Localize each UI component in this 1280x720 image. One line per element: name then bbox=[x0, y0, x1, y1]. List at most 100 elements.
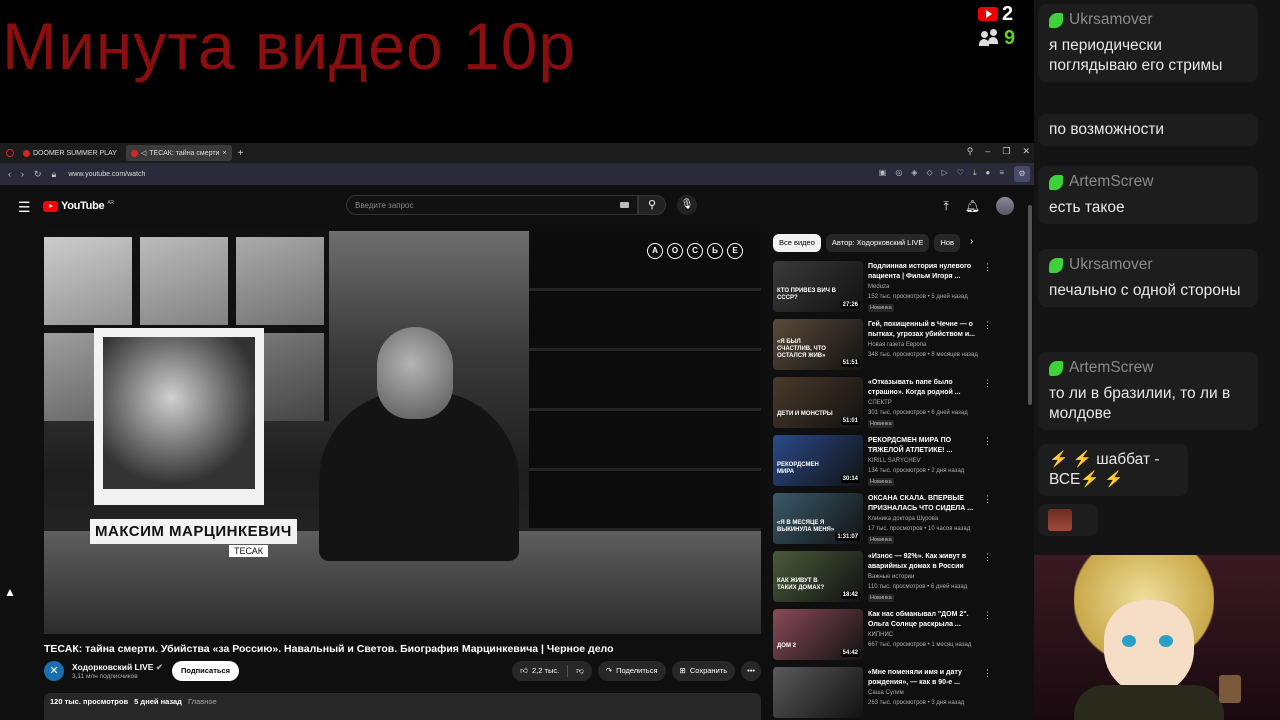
related-title[interactable]: ОКСАНА СКАЛА. ВПЕРВЫЕ ПРИЗНАЛАСЬ ЧТО СИД… bbox=[868, 494, 980, 514]
related-channel[interactable]: KIRILL SARYCHEV bbox=[868, 458, 921, 464]
chip-new[interactable]: Нов bbox=[934, 234, 961, 252]
more-vert-icon[interactable]: ⋮ bbox=[983, 320, 992, 331]
related-channel[interactable]: СПЕКТР bbox=[868, 400, 892, 406]
close-tab-icon[interactable]: × bbox=[222, 150, 226, 157]
forward-icon[interactable]: › bbox=[21, 169, 24, 180]
video-thumbnail[interactable]: ДОМ 2 54:42 bbox=[773, 609, 863, 660]
related-video[interactable]: КТО ПРИВЕЗ ВИЧ В СССР? 27:26 Подлинная ист… bbox=[773, 261, 998, 319]
like-button[interactable]: 👍︎ 2,2 тыс. 👎︎ bbox=[512, 661, 592, 681]
more-vert-icon[interactable]: ⋮ bbox=[983, 436, 992, 447]
more-actions-button[interactable]: ••• bbox=[741, 661, 761, 681]
tab-doomer[interactable]: DOOMER SUMMER PLAY bbox=[18, 145, 122, 161]
more-vert-icon[interactable]: ⋮ bbox=[983, 494, 992, 505]
logo-region: AR bbox=[107, 200, 114, 206]
extension-button[interactable]: ⚙ bbox=[1014, 166, 1030, 182]
vpn-icon[interactable]: ◈ bbox=[911, 168, 917, 178]
video-thumbnail[interactable]: КТО ПРИВЕЗ ВИЧ В СССР? 27:26 bbox=[773, 261, 863, 312]
voice-search-button[interactable]: 🎙︎ bbox=[677, 195, 697, 215]
related-channel[interactable]: Новая газета Европа bbox=[868, 342, 926, 348]
chat-username: ArtemScrew bbox=[1069, 359, 1154, 376]
restore-button[interactable]: ❐ bbox=[1002, 146, 1010, 157]
video-owner-row: ✕ Ходорковский LIVE ✔ 3,11 млн подписчик… bbox=[44, 660, 761, 682]
related-title[interactable]: «Отказывать папе было страшно». Когда ро… bbox=[868, 378, 980, 398]
youtube-count-row: 2 bbox=[978, 2, 1034, 26]
share-button[interactable]: ↷ Поделиться bbox=[597, 661, 666, 681]
video-description[interactable]: 120 тыс. просмотров 5 дней назад Главное bbox=[44, 693, 761, 720]
video-thumbnail[interactable]: «Я БЫЛ СЧАСТЛИВ, ЧТО ОСТАЛСЯ ЖИВ» 51:51 bbox=[773, 319, 863, 370]
search-tabs-icon[interactable]: ⚲ bbox=[967, 146, 974, 157]
more-vert-icon[interactable]: ⋮ bbox=[983, 610, 992, 621]
related-channel[interactable]: КИПНИС bbox=[868, 632, 893, 638]
snapshot-icon[interactable]: ▣ bbox=[879, 168, 887, 178]
related-channel[interactable]: Важные истории bbox=[868, 574, 914, 580]
related-title[interactable]: РЕКОРДСМЕН МИРА ПО ТЯЖЕЛОЙ АТЛЕТИКЕ! ... bbox=[868, 436, 980, 456]
video-player[interactable]: МАКСИМ МАРЦИНКЕВИЧ ТЕСАК А О С Ь Е bbox=[44, 231, 761, 634]
chip-author[interactable]: Автор: Ходорковский LIVE bbox=[825, 234, 930, 252]
camera-icon[interactable]: ◎ bbox=[895, 168, 902, 178]
name-plate: МАКСИМ МАРЦИНКЕВИЧ bbox=[90, 519, 297, 544]
heart-icon[interactable]: ♡ bbox=[957, 168, 964, 178]
youtube-count: 2 bbox=[1002, 2, 1014, 25]
chevron-right-icon[interactable]: › bbox=[970, 236, 973, 247]
related-title[interactable]: Подлинная история нулевого пациента | Фи… bbox=[868, 262, 980, 282]
new-badge: Новинка bbox=[868, 536, 894, 544]
tab-tesak[interactable]: ◁ ТЕСАК: тайна смерти × bbox=[125, 145, 232, 161]
keyboard-icon[interactable] bbox=[620, 202, 629, 208]
shield-icon[interactable]: ◇ bbox=[926, 168, 932, 178]
reload-icon[interactable]: ↻ bbox=[34, 169, 42, 180]
new-tab-button[interactable]: + bbox=[238, 148, 244, 159]
opera-icon[interactable] bbox=[6, 149, 14, 157]
youtube-logo[interactable]: YouTube AR bbox=[43, 200, 114, 212]
video-thumbnail[interactable]: ДЕТИ И МОНСТРЫ 51:01 bbox=[773, 377, 863, 428]
scrollbar[interactable] bbox=[1028, 205, 1032, 405]
thumbs-down-icon[interactable]: 👎︎ bbox=[576, 661, 584, 681]
related-title[interactable]: «Мне поменяли имя и дату рождения», — ка… bbox=[868, 668, 980, 688]
related-title[interactable]: Как нас обманывал "ДОМ 2". Ольга Солнце … bbox=[868, 610, 980, 630]
related-title[interactable]: Гей, похищенный в Чечне — о пытках, угро… bbox=[868, 320, 980, 340]
related-title[interactable]: «Износ — 92%». Как живут в аварийных дом… bbox=[868, 552, 980, 572]
related-video[interactable]: ДЕТИ И МОНСТРЫ 51:01 «Отказывать папе было… bbox=[773, 377, 998, 435]
more-vert-icon[interactable]: ⋮ bbox=[983, 378, 992, 389]
chat-text: то ли в бразилии, то ли в молдове bbox=[1049, 385, 1231, 422]
download-icon[interactable]: ⤓ bbox=[973, 168, 977, 178]
video-thumbnail[interactable] bbox=[773, 667, 863, 718]
subscribe-button[interactable]: Подписаться bbox=[172, 661, 240, 681]
related-channel[interactable]: Клиника доктора Шурова bbox=[868, 516, 938, 522]
related-meta: 134 тыс. просмотров • 2 дня назад bbox=[868, 468, 965, 474]
avatar[interactable] bbox=[996, 197, 1014, 215]
chip-all[interactable]: Все видео bbox=[773, 234, 821, 252]
search-input[interactable]: Введите запрос bbox=[346, 195, 638, 215]
upload-icon[interactable]: ⤒ bbox=[943, 199, 948, 214]
bell-icon[interactable]: 🔔︎ bbox=[965, 199, 980, 213]
minimize-button[interactable]: – bbox=[985, 146, 990, 157]
more-vert-icon[interactable]: ⋮ bbox=[983, 668, 992, 679]
speaker-icon: ◁ bbox=[140, 150, 147, 157]
related-meta: 17 тыс. просмотров • 10 часов назад bbox=[868, 526, 971, 532]
channel-name[interactable]: Ходорковский LIVE ✔ bbox=[72, 662, 163, 673]
related-channel[interactable]: Meduza bbox=[868, 284, 889, 290]
profile-icon[interactable]: ● bbox=[985, 168, 990, 178]
video-thumbnail[interactable]: КАК ЖИВУТ В ТАКИХ ДОМАХ? 18:42 bbox=[773, 551, 863, 602]
play-icon[interactable]: ▷ bbox=[942, 168, 948, 178]
hamburger-menu-icon[interactable]: ☰ bbox=[18, 199, 31, 216]
related-channel[interactable]: Саша Сулим bbox=[868, 690, 904, 696]
mouse-cursor-icon: ▲ bbox=[4, 585, 16, 599]
more-vert-icon[interactable]: ⋮ bbox=[983, 262, 992, 273]
related-video[interactable]: РЕКОРДСМЕН МИРА 30:14 РЕКОРДСМЕН МИРА ПО Т… bbox=[773, 435, 998, 493]
url-field[interactable]: www.youtube.com/watch bbox=[68, 171, 145, 178]
video-thumbnail[interactable]: «Я В МЕСЯЦЕ Я ВЫКИНУЛА МЕНЯ» 1:31:07 bbox=[773, 493, 863, 544]
menu-icon[interactable]: ≡ bbox=[999, 168, 1004, 178]
more-vert-icon[interactable]: ⋮ bbox=[983, 552, 992, 563]
related-video[interactable]: «Я В МЕСЯЦЕ Я ВЫКИНУЛА МЕНЯ» 1:31:07 ОКСАН… bbox=[773, 493, 998, 551]
video-thumbnail[interactable]: РЕКОРДСМЕН МИРА 30:14 bbox=[773, 435, 863, 486]
search-button[interactable]: ⚲ bbox=[638, 195, 666, 215]
viewer-count: 9 bbox=[1004, 26, 1016, 49]
related-video[interactable]: «Мне поменяли имя и дату рождения», — ка… bbox=[773, 667, 998, 720]
close-window-button[interactable]: ✕ bbox=[1022, 146, 1030, 157]
related-video[interactable]: ДОМ 2 54:42 Как нас обманывал "ДОМ 2". Оль… bbox=[773, 609, 998, 667]
related-video[interactable]: «Я БЫЛ СЧАСТЛИВ, ЧТО ОСТАЛСЯ ЖИВ» 51:51 Ге… bbox=[773, 319, 998, 377]
related-video[interactable]: КАК ЖИВУТ В ТАКИХ ДОМАХ? 18:42 «Износ — 92… bbox=[773, 551, 998, 609]
channel-avatar[interactable]: ✕ bbox=[44, 661, 64, 681]
save-button[interactable]: ⊞ Сохранить bbox=[671, 661, 736, 681]
back-icon[interactable]: ‹ bbox=[8, 169, 11, 180]
